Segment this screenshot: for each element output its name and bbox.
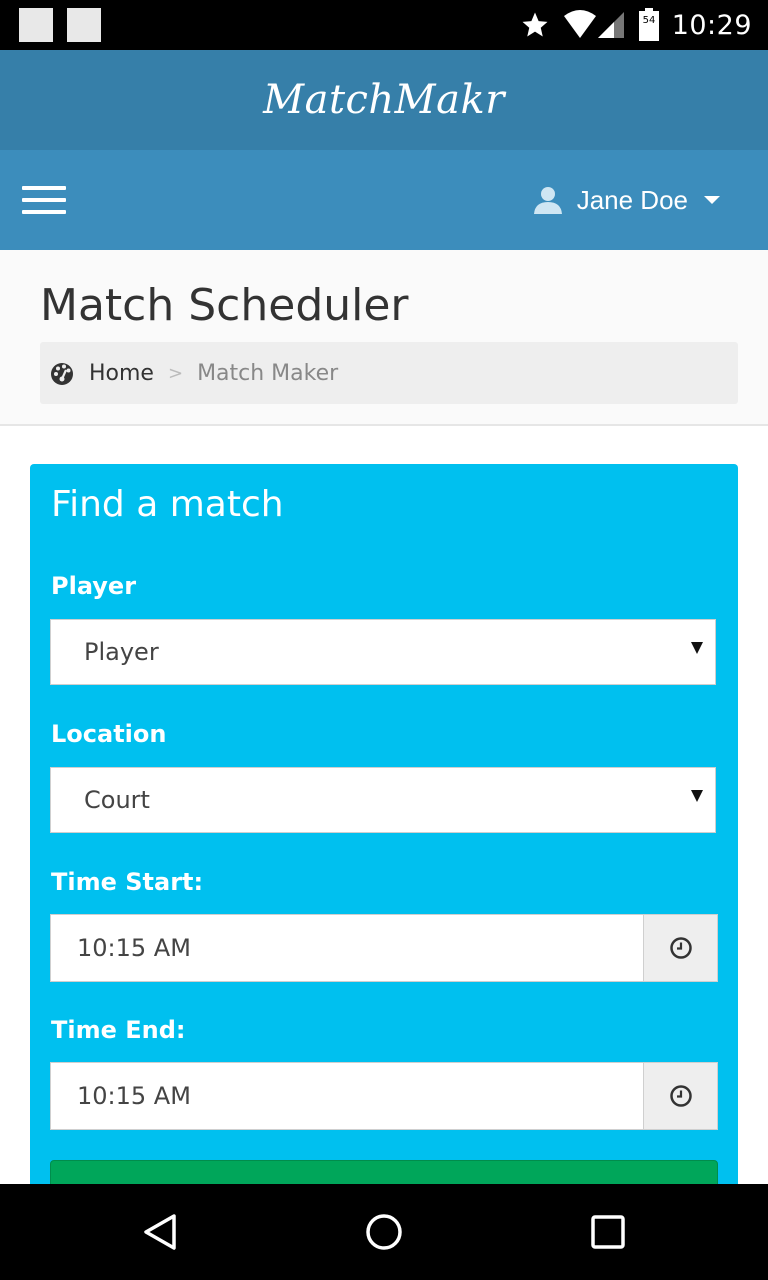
status-bar: 54 10:29 — [0, 0, 768, 50]
time-start-picker-button[interactable] — [643, 914, 718, 982]
breadcrumb-current: Match Maker — [197, 360, 339, 386]
clock-icon — [669, 1085, 692, 1107]
page-title: Match Scheduler — [40, 280, 409, 331]
user-name: Jane Doe — [576, 184, 688, 215]
back-icon[interactable] — [136, 1208, 184, 1256]
clock: 10:29 — [671, 9, 752, 41]
notification-icon — [67, 8, 101, 42]
location-label: Location — [51, 720, 167, 748]
navbar: Jane Doe — [0, 150, 768, 250]
location-select-value: Court — [84, 786, 150, 814]
content-header: Match Scheduler Home > Match Maker — [0, 250, 768, 426]
player-label: Player — [51, 572, 137, 600]
notification-icon — [19, 8, 53, 42]
caret-down-icon — [704, 196, 720, 204]
recents-icon[interactable] — [584, 1208, 632, 1256]
time-end-label: Time End: — [51, 1016, 186, 1044]
player-select[interactable]: Player — [50, 619, 716, 685]
card-title: Find a match — [51, 484, 284, 525]
dashboard-icon — [51, 363, 73, 385]
system-navigation-bar — [0, 1184, 768, 1280]
time-end-input[interactable]: 10:15 AM — [50, 1062, 644, 1130]
brand-logo[interactable]: MatchMakr — [263, 77, 505, 123]
find-match-card: Find a match Player Player Location Cour… — [30, 464, 738, 1224]
status-icons: 54 10:29 — [520, 0, 752, 50]
clock-icon — [669, 937, 692, 959]
time-end-group: 10:15 AM — [50, 1062, 718, 1130]
battery-level: 54 — [642, 15, 655, 26]
time-start-group: 10:15 AM — [50, 914, 718, 982]
time-start-value: 10:15 AM — [77, 934, 191, 962]
breadcrumb: Home > Match Maker — [40, 342, 738, 404]
user-icon — [533, 187, 562, 214]
player-select-value: Player — [84, 638, 159, 666]
user-menu[interactable]: Jane Doe — [533, 150, 720, 250]
time-end-picker-button[interactable] — [643, 1062, 718, 1130]
wifi-signal-icon — [563, 10, 624, 38]
breadcrumb-home[interactable]: Home — [89, 361, 154, 386]
time-start-input[interactable]: 10:15 AM — [50, 914, 644, 982]
breadcrumb-separator: > — [167, 362, 184, 384]
location-select[interactable]: Court — [50, 767, 716, 833]
battery-icon: 54 — [638, 8, 659, 41]
hamburger-icon[interactable] — [22, 183, 66, 217]
home-icon[interactable] — [360, 1208, 408, 1256]
main-content: Find a match Player Player Location Cour… — [0, 426, 768, 1224]
time-end-value: 10:15 AM — [77, 1082, 191, 1110]
time-start-label: Time Start: — [51, 868, 204, 896]
dropdown-arrow-icon — [691, 790, 703, 802]
dropdown-arrow-icon — [691, 642, 703, 654]
star-icon — [522, 12, 548, 37]
app-header: MatchMakr — [0, 50, 768, 150]
